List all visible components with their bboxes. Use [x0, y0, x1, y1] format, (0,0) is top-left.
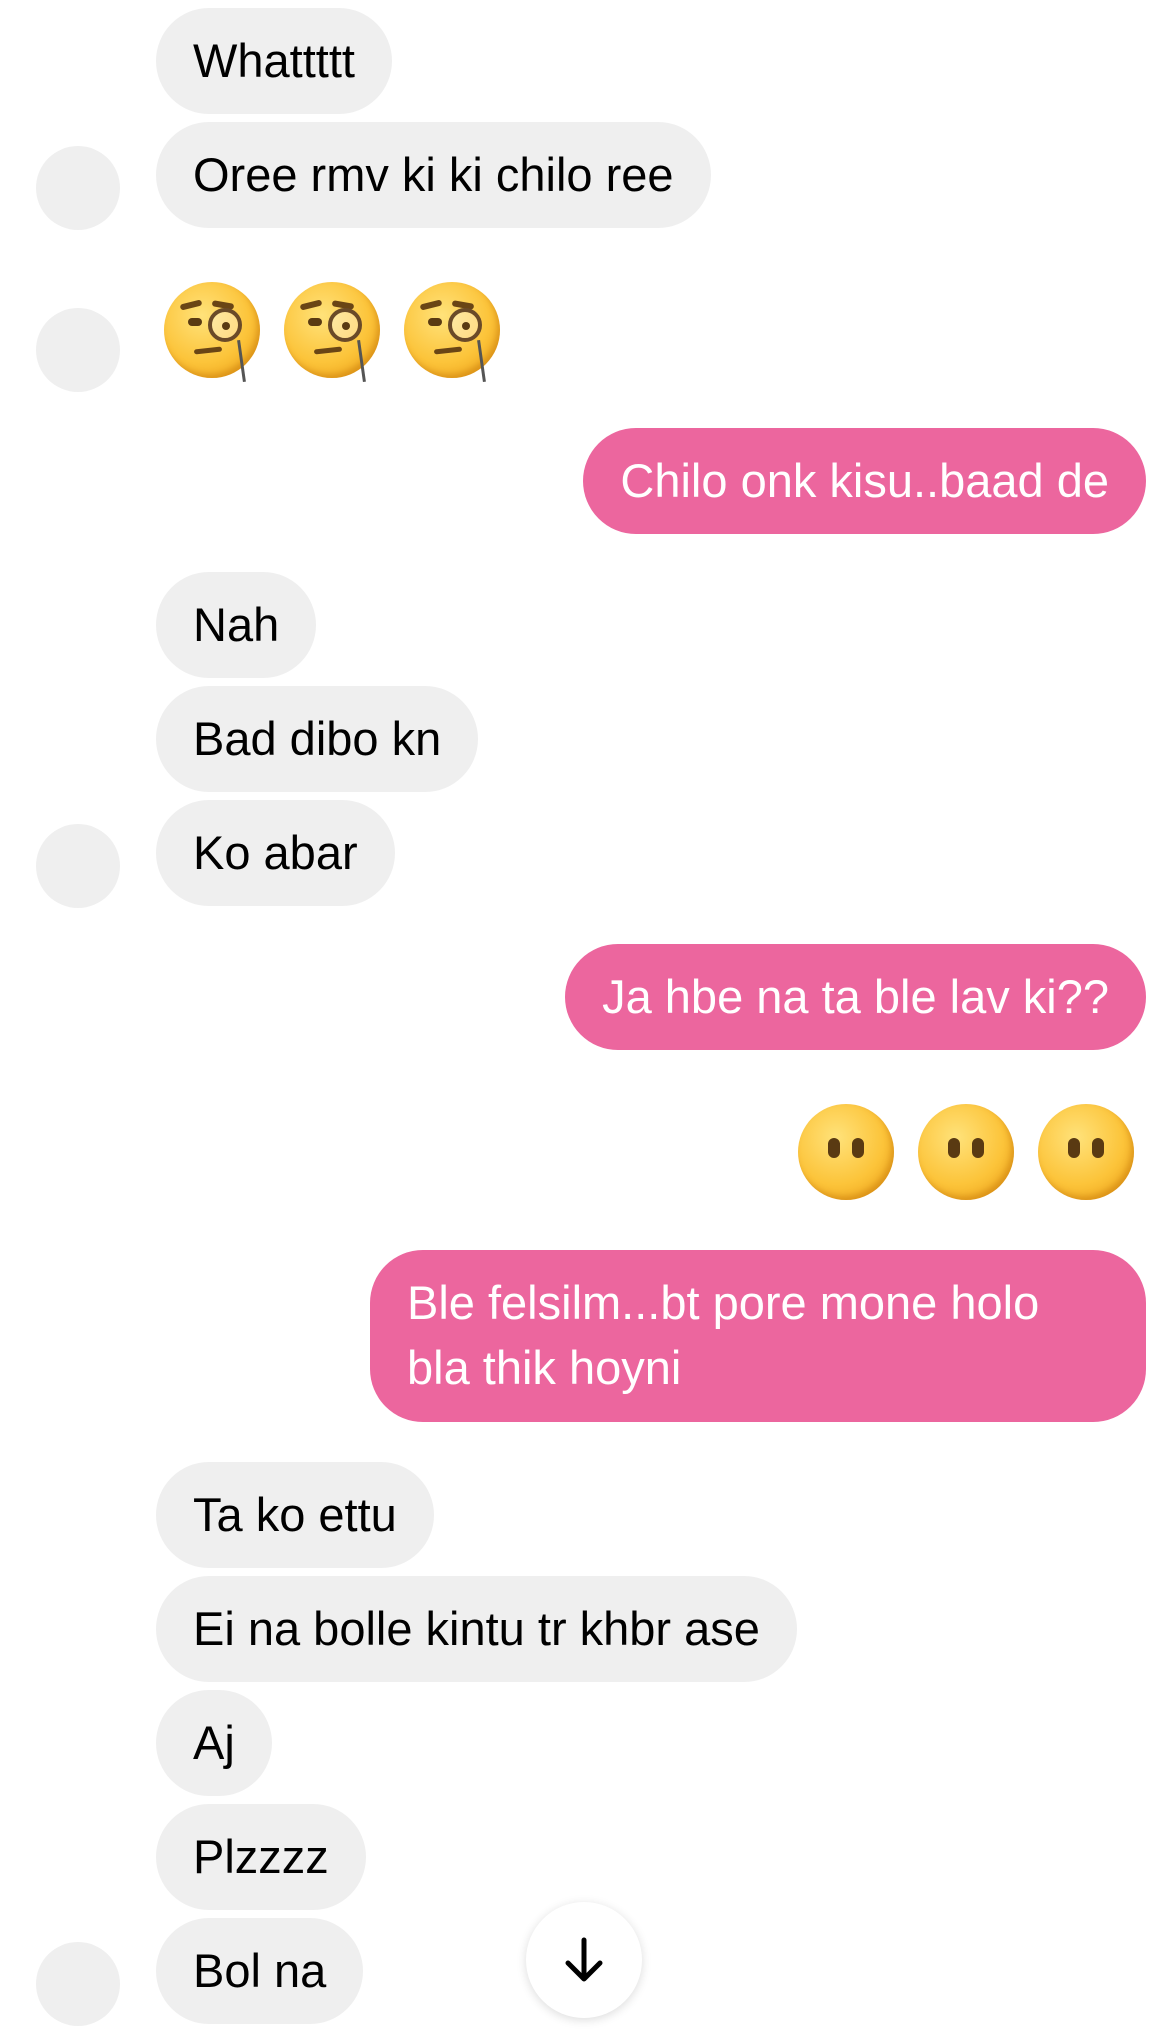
face-without-mouth-icon	[1038, 1104, 1134, 1200]
message-bubble-incoming[interactable]: Ko abar	[156, 800, 395, 906]
message-bubble-incoming[interactable]: Ta ko ettu	[156, 1462, 434, 1568]
message-text: Oree rmv ki ki chilo ree	[193, 148, 674, 201]
message-text: Ko abar	[193, 826, 358, 879]
message-bubble-incoming[interactable]: Aj	[156, 1690, 272, 1796]
message-text: Plzzzz	[193, 1830, 329, 1883]
message-text: Whattttt	[193, 34, 355, 87]
message-bubble-outgoing[interactable]: Chilo onk kisu..baad de	[583, 428, 1146, 534]
message-text: Ble felsilm...bt pore mone holo bla thik…	[407, 1276, 1040, 1394]
message-text: Ja hbe na ta ble lav ki??	[602, 970, 1109, 1023]
sender-avatar[interactable]	[36, 1942, 120, 2026]
message-text: Chilo onk kisu..baad de	[620, 454, 1109, 507]
message-text: Nah	[193, 598, 280, 651]
message-bubble-outgoing[interactable]: Ble felsilm...bt pore mone holo bla thik…	[370, 1250, 1146, 1422]
face-without-mouth-icon	[798, 1104, 894, 1200]
message-bubble-incoming[interactable]: Nah	[156, 572, 317, 678]
emoji-message[interactable]	[164, 282, 500, 383]
face-without-mouth-icon	[918, 1104, 1014, 1200]
arrow-down-icon	[565, 1937, 603, 1982]
message-text: Ta ko ettu	[193, 1488, 397, 1541]
sender-avatar[interactable]	[36, 824, 120, 908]
face-with-monocle-icon	[164, 282, 260, 383]
sender-avatar[interactable]	[36, 308, 120, 392]
message-bubble-incoming[interactable]: Whattttt	[156, 8, 392, 114]
face-with-monocle-icon	[284, 282, 380, 383]
message-bubble-incoming[interactable]: Ei na bolle kintu tr khbr ase	[156, 1576, 797, 1682]
message-text: Aj	[193, 1716, 235, 1769]
message-bubble-outgoing[interactable]: Ja hbe na ta ble lav ki??	[565, 944, 1146, 1050]
message-text: Bad dibo kn	[193, 712, 442, 765]
sender-avatar[interactable]	[36, 146, 120, 230]
message-bubble-incoming[interactable]: Plzzzz	[156, 1804, 366, 1910]
scroll-to-bottom-button[interactable]	[526, 1902, 642, 2018]
message-bubble-incoming[interactable]: Oree rmv ki ki chilo ree	[156, 122, 711, 228]
face-with-monocle-icon	[404, 282, 500, 383]
emoji-message[interactable]	[798, 1104, 1134, 1204]
message-bubble-incoming[interactable]: Bol na	[156, 1918, 364, 2024]
message-text: Ei na bolle kintu tr khbr ase	[193, 1602, 760, 1655]
message-text: Bol na	[193, 1944, 327, 1997]
message-bubble-incoming[interactable]: Bad dibo kn	[156, 686, 479, 792]
